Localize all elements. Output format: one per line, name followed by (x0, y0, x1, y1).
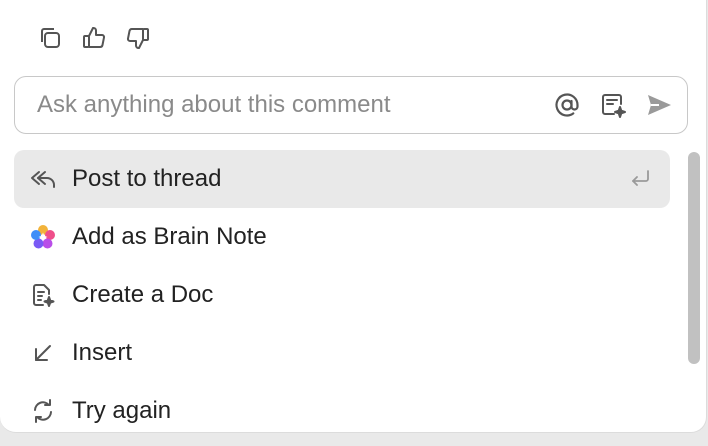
menu-item-label: Add as Brain Note (72, 223, 267, 250)
thumbs-up-icon[interactable] (80, 24, 108, 52)
enter-icon (628, 166, 652, 195)
doc-sparkle-icon (28, 280, 58, 310)
menu-item-label: Try again (72, 397, 172, 424)
menu-item-post-to-thread[interactable]: Post to thread (14, 150, 670, 208)
menu-scrollbar[interactable] (688, 152, 700, 364)
note-sparkle-icon[interactable] (599, 91, 627, 119)
menu-item-label: Create a Doc (72, 281, 214, 308)
copy-icon[interactable] (36, 24, 64, 52)
action-menu: Post to thread Add as Brain Note Create … (14, 150, 670, 432)
menu-item-try-again[interactable]: Try again (14, 382, 670, 432)
menu-item-insert[interactable]: Insert (14, 324, 670, 382)
feedback-toolbar (36, 24, 152, 52)
retry-icon (28, 396, 58, 426)
comment-ai-panel: Post to thread Add as Brain Not (0, 0, 707, 433)
send-icon[interactable] (645, 91, 673, 119)
thumbs-down-icon[interactable] (124, 24, 152, 52)
menu-item-add-brain-note[interactable]: Add as Brain Note (14, 208, 670, 266)
arrow-down-left-icon (28, 338, 58, 368)
menu-item-label: Insert (72, 339, 133, 366)
ask-actions (553, 91, 687, 119)
menu-item-create-doc[interactable]: Create a Doc (14, 266, 670, 324)
menu-item-label: Post to thread (72, 165, 222, 192)
ask-input[interactable] (15, 90, 553, 120)
reply-icon (28, 164, 58, 194)
at-icon[interactable] (553, 91, 581, 119)
ask-box (14, 76, 688, 134)
brain-icon (28, 222, 58, 252)
